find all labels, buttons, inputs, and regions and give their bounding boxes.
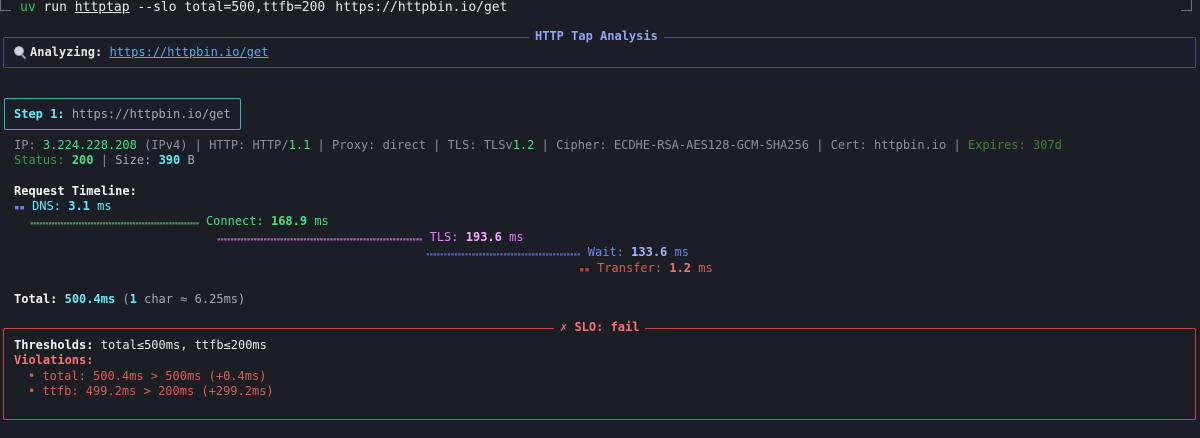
- separator: |: [953, 138, 961, 152]
- cert-info: Cert: httpbin.io: [830, 138, 947, 152]
- separator: |: [541, 138, 549, 152]
- connect-value: 168.9: [270, 214, 308, 228]
- dns-label: DNS:: [32, 199, 61, 213]
- cipher-info: Cipher: ECDHE-RSA-AES128-GCM-SHA256: [556, 138, 809, 152]
- step-box: Step 1: https://httpbin.io/get: [4, 98, 241, 130]
- total-value: 500.4ms: [64, 292, 116, 306]
- timeline-connect-row: ▪▪▪▪▪▪▪▪▪▪▪▪▪▪▪▪▪▪▪▪▪▪▪▪▪▪▪▪▪▪▪▪▪▪▪▪▪▪▪▪…: [30, 214, 329, 228]
- thresholds-value: total≤500ms, ttfb≤200ms: [100, 338, 267, 352]
- scale-open: (: [122, 292, 130, 306]
- ip-value: 3.224.228.208: [42, 138, 137, 152]
- status-line: Status: 200 | Size: 390 B: [14, 153, 195, 167]
- size-value: 390: [158, 153, 181, 167]
- transfer-bar: ▪▪: [579, 265, 590, 275]
- step-url: https://httpbin.io/get: [71, 107, 231, 121]
- separator: |: [816, 138, 824, 152]
- tls-version: 1.2: [512, 138, 535, 152]
- timeline-heading: Request Timeline:: [14, 184, 137, 198]
- http-name: HTTP/: [252, 138, 289, 152]
- command-package: httptap: [74, 0, 130, 15]
- connect-bar: ▪▪▪▪▪▪▪▪▪▪▪▪▪▪▪▪▪▪▪▪▪▪▪▪▪▪▪▪▪▪▪▪▪▪▪▪▪▪▪▪…: [30, 220, 199, 227]
- slo-panel-title: ✗ SLO: fail: [554, 320, 646, 334]
- tls-timeline-label: TLS:: [429, 230, 459, 244]
- tls-timeline-unit: ms: [509, 230, 524, 244]
- cert-expiry: Expires: 307d: [967, 138, 1062, 152]
- tls-timeline-value: 193.6: [465, 230, 502, 244]
- http-label: HTTP:: [209, 138, 246, 152]
- ip-label: IP:: [14, 138, 36, 152]
- proxy-info: Proxy: direct: [332, 138, 426, 152]
- tls-bar: ▪▪▪▪▪▪▪▪▪▪▪▪▪▪▪▪▪▪▪▪▪▪▪▪▪▪▪▪▪▪▪▪▪▪▪▪▪▪▪▪…: [217, 236, 423, 243]
- terminal-corner-left: [0, 0, 11, 11]
- separator: |: [433, 138, 441, 152]
- thresholds-label: Thresholds:: [14, 338, 94, 352]
- violation-item: • ttfb: 499.2ms > 200ms (+299.2ms): [28, 384, 274, 398]
- scale-rest: char ≈ 6.25ms): [136, 292, 246, 306]
- connect-label: Connect:: [205, 214, 264, 228]
- timeline-tls-row: ▪▪▪▪▪▪▪▪▪▪▪▪▪▪▪▪▪▪▪▪▪▪▪▪▪▪▪▪▪▪▪▪▪▪▪▪▪▪▪▪…: [217, 230, 524, 244]
- command-run: run: [43, 0, 67, 15]
- transfer-value: 1.2: [669, 261, 692, 275]
- status-code: 200: [71, 153, 94, 167]
- dns-unit: ms: [97, 199, 112, 213]
- command-prefix: uv: [20, 0, 36, 15]
- scale-one: 1: [129, 292, 137, 306]
- slo-panel: ✗ SLO: fail Thresholds: total≤500ms, ttf…: [3, 320, 1196, 420]
- step-label: Step 1:: [14, 107, 65, 121]
- total-label: Total:: [14, 292, 58, 306]
- separator: |: [100, 153, 108, 167]
- analyzing-label: Analyzing:: [30, 45, 103, 59]
- size-unit: B: [187, 153, 195, 167]
- terminal-corner-right: [1181, 0, 1192, 11]
- command-args: --slo total=500,ttfb=200: [137, 0, 326, 15]
- connection-info-line: IP: 3.224.228.208 (IPv4) | HTTP: HTTP/1.…: [14, 138, 1062, 152]
- wait-unit: ms: [674, 245, 689, 259]
- violations-label: Violations:: [14, 353, 94, 367]
- magnifier-icon: [14, 46, 26, 58]
- analyzing-line: Analyzing: https://httpbin.io/get: [14, 45, 268, 59]
- tls-name: TLSv: [483, 138, 513, 152]
- violation-item: • total: 500.4ms > 500ms (+0.4ms): [28, 369, 267, 383]
- separator: |: [317, 138, 325, 152]
- tls-label: TLS:: [447, 138, 477, 152]
- separator: |: [194, 138, 202, 152]
- dns-value: 3.1: [68, 199, 90, 213]
- analysis-panel: HTTP Tap Analysis Analyzing: https://htt…: [3, 29, 1196, 68]
- transfer-unit: ms: [698, 261, 713, 275]
- connect-unit: ms: [314, 214, 329, 228]
- timeline-transfer-row: ▪▪ Transfer: 1.2 ms: [579, 261, 713, 275]
- analysis-panel-title: HTTP Tap Analysis: [529, 29, 664, 43]
- size-label: Size:: [115, 153, 152, 167]
- transfer-label: Transfer:: [597, 261, 663, 275]
- total-line: Total: 500.4ms (1 char ≈ 6.25ms): [14, 292, 245, 306]
- analyzing-url-link[interactable]: https://httpbin.io/get: [109, 45, 268, 59]
- step-line: Step 1: https://httpbin.io/get: [14, 107, 231, 121]
- ip-version: (IPv4): [144, 138, 188, 152]
- status-label: Status:: [14, 153, 65, 167]
- timeline-wait-row: ▪▪▪▪▪▪▪▪▪▪▪▪▪▪▪▪▪▪▪▪▪▪▪▪▪▪▪▪▪▪▪▪▪▪▪▪▪▪▪▪…: [426, 245, 689, 259]
- timeline-dns-row: ▪▪ DNS: 3.1 ms: [14, 199, 112, 213]
- wait-value: 133.6: [631, 245, 668, 259]
- dns-bar: ▪▪: [14, 203, 25, 213]
- wait-bar: ▪▪▪▪▪▪▪▪▪▪▪▪▪▪▪▪▪▪▪▪▪▪▪▪▪▪▪▪▪▪▪▪▪▪▪▪▪▪▪▪…: [426, 251, 581, 258]
- command-url: https://httpbin.io/get: [335, 0, 508, 15]
- thresholds-line: Thresholds: total≤500ms, ttfb≤200ms: [14, 338, 267, 352]
- wait-label: Wait:: [587, 245, 624, 259]
- http-version: 1.1: [288, 138, 311, 152]
- command-line: uv run httptap --slo total=500,ttfb=200 h…: [20, 0, 507, 15]
